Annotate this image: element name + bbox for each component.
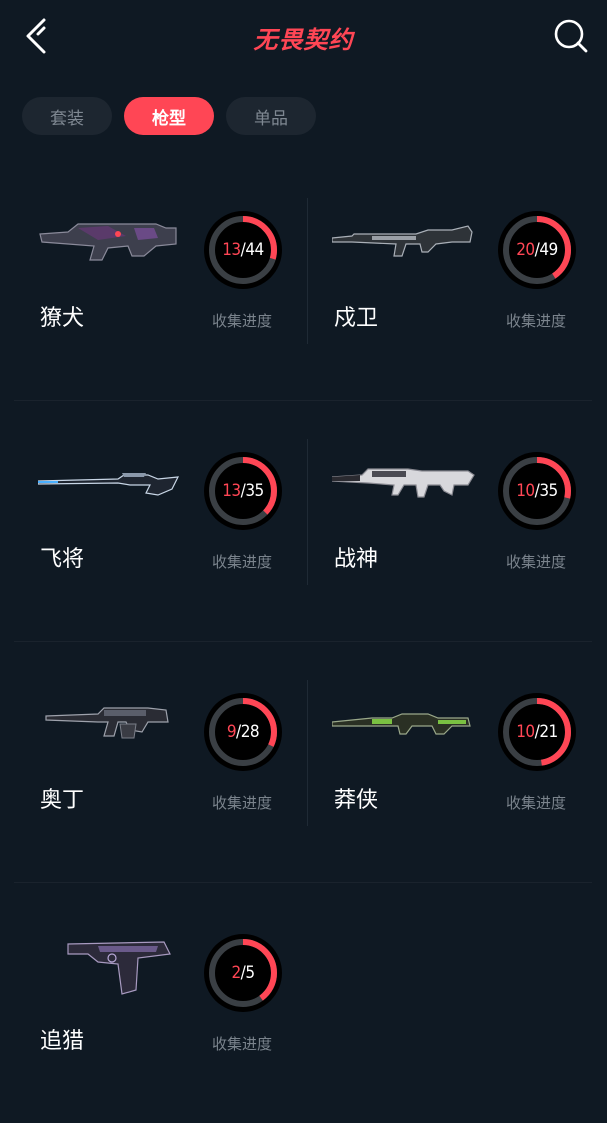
- pistol-icon: [67, 941, 171, 995]
- grid-row: 獠犬 13/44 收集进度 戍卫 20 / 49 收集进度: [14, 160, 592, 401]
- progress-label: 收集进度: [212, 553, 273, 571]
- progress-label: 收集进度: [506, 794, 567, 812]
- weapon-card[interactable]: 戍卫 20/49 收集进度: [308, 160, 597, 400]
- progress-count: 20/49: [516, 240, 558, 260]
- progress-ring: 2/5: [203, 933, 283, 1013]
- progress-count: 10/35: [516, 481, 558, 501]
- weapon-name: 獠犬: [40, 306, 85, 331]
- weapon-name: 飞将: [40, 547, 85, 572]
- weapon-card[interactable]: 獠犬 13/44 收集进度: [14, 160, 303, 400]
- grid-row: 飞将 13/35 收集进度 战神 10 / 35 收集进度: [14, 401, 592, 642]
- rifle-icon: [332, 468, 475, 498]
- top-bar: 无畏契约: [0, 0, 607, 72]
- progress-count: 2/5: [231, 963, 255, 983]
- rifle-icon: [332, 225, 473, 257]
- machine-gun-icon: [45, 707, 169, 739]
- progress-label: 收集进度: [212, 794, 273, 812]
- progress-ring: 10/35: [497, 451, 577, 531]
- collected-count: 10: [516, 481, 535, 501]
- search-button[interactable]: [551, 16, 591, 56]
- weapon-card[interactable]: 战神 10/35 收集进度: [308, 401, 597, 641]
- progress-count: 13/44: [222, 240, 264, 260]
- collected-count: 10: [516, 722, 535, 742]
- progress-ring: 13/35: [203, 451, 283, 531]
- progress-count: 10/21: [516, 722, 558, 742]
- smg-icon: [39, 223, 177, 261]
- total-count: 35: [539, 481, 558, 501]
- tab-sets[interactable]: 套装: [22, 97, 112, 135]
- total-count: 35: [245, 481, 264, 501]
- progress-label: 收集进度: [212, 312, 273, 330]
- collected-count: 13: [222, 240, 241, 260]
- grid-row: 追猎 2/5 收集进度: [14, 883, 592, 1123]
- progress-label: 收集进度: [212, 1035, 273, 1053]
- page-title: 无畏契约: [253, 26, 354, 54]
- weapon-card[interactable]: 飞将 13/35 收集进度: [14, 401, 303, 641]
- collected-count: 9: [226, 722, 237, 742]
- weapon-name: 奥丁: [40, 788, 85, 813]
- weapon-name: 战神: [334, 547, 379, 572]
- progress-ring: 10/21: [497, 692, 577, 772]
- sniper-icon: [38, 473, 180, 496]
- weapon-name: 追猎: [40, 1029, 85, 1054]
- collected-count: 2: [231, 963, 241, 983]
- total-count: 5: [245, 963, 255, 983]
- progress-label: 收集进度: [506, 312, 567, 330]
- progress-count: 9/28: [226, 722, 260, 742]
- collected-count: 13: [222, 481, 241, 501]
- weapon-card[interactable]: 追猎 2/5 收集进度: [14, 883, 303, 1123]
- progress-ring: 13/44: [203, 210, 283, 290]
- category-tabs: 套装 枪型 单品: [22, 97, 316, 135]
- progress-count: 13/35: [222, 481, 264, 501]
- tab-items[interactable]: 单品: [226, 97, 316, 135]
- tab-weapon-types[interactable]: 枪型: [124, 97, 214, 135]
- total-count: 28: [240, 722, 260, 742]
- weapon-card[interactable]: 莽侠 10/21 收集进度: [308, 642, 597, 882]
- progress-ring: 9/28: [203, 692, 283, 772]
- total-count: 21: [539, 722, 558, 742]
- total-count: 49: [539, 240, 558, 260]
- rifle-icon: [332, 713, 471, 735]
- progress-label: 收集进度: [506, 553, 567, 571]
- total-count: 44: [245, 240, 264, 260]
- weapon-name: 戍卫: [334, 306, 379, 331]
- weapon-grid: 獠犬 13/44 收集进度 戍卫 20 / 49 收集进度 飞将 13 / 35…: [14, 160, 592, 1123]
- search-icon: [554, 19, 588, 53]
- weapon-name: 莽侠: [334, 788, 379, 813]
- weapon-card[interactable]: 奥丁 9/28 收集进度: [14, 642, 303, 882]
- grid-row: 奥丁 9/28 收集进度 莽侠 10 / 21 收集进度: [14, 642, 592, 883]
- progress-ring: 20/49: [497, 210, 577, 290]
- collected-count: 20: [516, 240, 535, 260]
